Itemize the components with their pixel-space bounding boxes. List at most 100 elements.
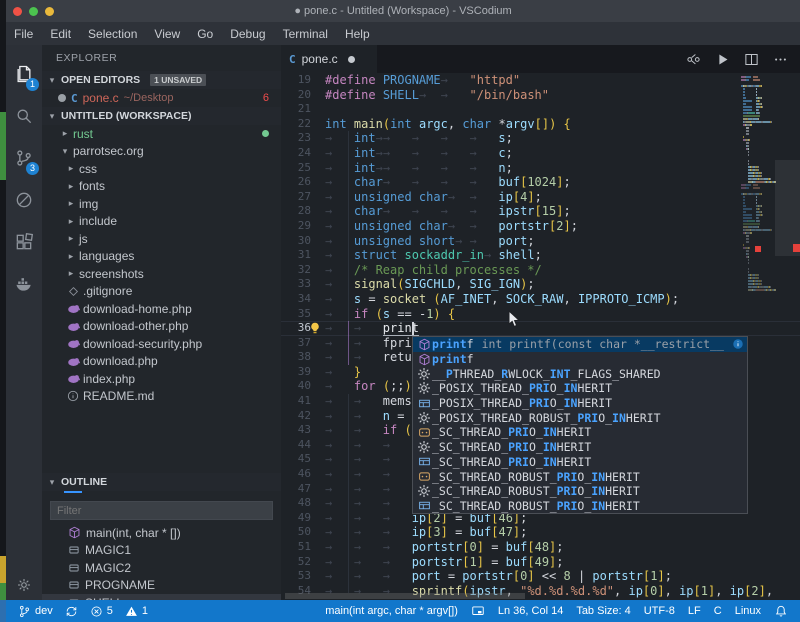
line-number[interactable]: 36 — [281, 322, 311, 335]
status-right-monitor-icon[interactable] — [471, 604, 485, 618]
suggestion-item[interactable]: _SC_THREAD_PRIO_INHERIT — [413, 455, 747, 470]
line-number[interactable]: 41 — [281, 394, 311, 409]
suggestion-item[interactable]: _SC_THREAD_ROBUST_PRIO_INHERIT — [413, 469, 747, 484]
code-line-27[interactable]: 27→ unsigned char→ → ip[4]; — [281, 190, 800, 205]
tree-item-rust[interactable]: ▸rust — [42, 125, 281, 143]
open-editor-item[interactable]: Cpone.c~/Desktop6 — [42, 89, 281, 107]
tab-pone-c[interactable]: C pone.c — [281, 45, 377, 73]
line-number[interactable]: 40 — [281, 379, 311, 394]
suggestion-item[interactable]: _SC_THREAD_ROBUST_PRIO_INHERIT — [413, 484, 747, 499]
status-right-item-5[interactable]: LF — [688, 605, 701, 617]
code-line-30[interactable]: 30→ unsigned short→ → port; — [281, 234, 800, 249]
line-number[interactable]: 25 — [281, 161, 311, 176]
line-number[interactable]: 34 — [281, 292, 311, 307]
tree-item-fonts[interactable]: ▸fonts — [42, 178, 281, 196]
menu-debug[interactable]: Debug — [230, 27, 265, 41]
status-right-bell-icon[interactable] — [774, 604, 788, 618]
code-line-53[interactable]: 53→ → → port = portstr[0] << 8 | portstr… — [281, 569, 800, 584]
suggestion-item[interactable]: __PTHREAD_RWLOCK_INT_FLAGS_SHARED — [413, 366, 747, 381]
line-number[interactable]: 29 — [281, 219, 311, 234]
code-line-24[interactable]: 24→ int→→ → → → c; — [281, 146, 800, 161]
menu-help[interactable]: Help — [345, 27, 370, 41]
code-line-19[interactable]: 19#define PROGNAME→ "httpd" — [281, 73, 800, 88]
tree-item-screenshots[interactable]: ▸screenshots — [42, 265, 281, 283]
status-right-item-7[interactable]: Linux — [735, 605, 761, 617]
line-number[interactable]: 19 — [281, 73, 311, 88]
code-line-32[interactable]: 32→ /* Reap child processes */ — [281, 263, 800, 278]
tree-item-download-home-php[interactable]: download-home.php — [42, 300, 281, 318]
outline-item-magic1[interactable]: MAGIC1 — [42, 542, 281, 560]
status-left-sync-icon[interactable] — [65, 605, 78, 618]
status-left-branch-icon[interactable]: dev — [18, 605, 53, 618]
code-line-51[interactable]: 51→ → → portstr[0] = buf[48]; — [281, 540, 800, 555]
tree-item-index-php[interactable]: index.php — [42, 370, 281, 388]
line-number[interactable]: 53 — [281, 569, 311, 584]
code-line-33[interactable]: 33→ signal(SIGCHLD, SIG_IGN); — [281, 277, 800, 292]
line-number[interactable]: 21 — [281, 102, 311, 117]
line-number[interactable]: 45 — [281, 452, 311, 467]
tree-item-download-security-php[interactable]: download-security.php — [42, 335, 281, 353]
line-number[interactable]: 32 — [281, 263, 311, 278]
line-number[interactable]: 51 — [281, 540, 311, 555]
line-number[interactable]: 28 — [281, 204, 311, 219]
outline-item-main-int-char-[interactable]: main(int, char * []) — [42, 524, 281, 542]
outline-filter-input[interactable] — [50, 501, 273, 520]
horizontal-scrollbar[interactable] — [285, 593, 525, 599]
suggestion-item[interactable]: _POSIX_THREAD_ROBUST_PRIO_INHERIT — [413, 410, 747, 425]
line-number[interactable]: 47 — [281, 482, 311, 497]
line-number[interactable]: 37 — [281, 336, 311, 351]
outline-item-magic2[interactable]: MAGIC2 — [42, 559, 281, 577]
activity-files-icon[interactable]: 1 — [6, 53, 42, 95]
activity-source-control-icon[interactable]: 3 — [6, 137, 42, 179]
code-line-29[interactable]: 29→ unsigned char→ → portstr[2]; — [281, 219, 800, 234]
tree-item-css[interactable]: ▸css — [42, 160, 281, 178]
code-line-23[interactable]: 23→ int→→ → → → s; — [281, 131, 800, 146]
settings-gear-icon[interactable] — [6, 572, 42, 598]
line-number[interactable]: 46 — [281, 467, 311, 482]
status-right-item-3[interactable]: Tab Size: 4 — [576, 605, 630, 617]
line-number[interactable]: 50 — [281, 525, 311, 540]
line-number[interactable]: 31 — [281, 248, 311, 263]
read-more-info-icon[interactable] — [732, 338, 744, 350]
status-left-warning-icon[interactable]: 1 — [125, 605, 148, 618]
menu-terminal[interactable]: Terminal — [283, 27, 328, 41]
suggestion-item[interactable]: _SC_THREAD_ROBUST_PRIO_INHERIT — [413, 499, 747, 514]
activity-docker-icon[interactable] — [6, 263, 42, 305]
line-number[interactable]: 49 — [281, 511, 311, 526]
outline-header[interactable]: ▾ OUTLINE — [42, 473, 281, 491]
tree-item-download-php[interactable]: download.php — [42, 353, 281, 371]
code-line-26[interactable]: 26→ char→ → → → buf[1024]; — [281, 175, 800, 190]
status-right-item-0[interactable]: main(int argc, char * argv[]) — [325, 605, 458, 617]
tree-item-readme-md[interactable]: README.md — [42, 388, 281, 406]
code-line-35[interactable]: 35→ if (s == -1) { — [281, 307, 800, 322]
line-number[interactable]: 23 — [281, 131, 311, 146]
menu-edit[interactable]: Edit — [50, 27, 71, 41]
code-line-20[interactable]: 20#define SHELL→ → "/bin/bash" — [281, 88, 800, 103]
menu-file[interactable]: File — [14, 27, 33, 41]
status-right-item-4[interactable]: UTF-8 — [644, 605, 675, 617]
tree-item-js[interactable]: ▸js — [42, 230, 281, 248]
tree-item-parrotsec-org[interactable]: ▾parrotsec.org — [42, 143, 281, 161]
code-line-31[interactable]: 31→ struct sockaddr_in→ shell; — [281, 248, 800, 263]
modified-dot[interactable] — [348, 56, 355, 63]
suggestion-item[interactable]: printf — [413, 352, 747, 367]
suggestion-item[interactable]: _POSIX_THREAD_PRIO_INHERIT — [413, 381, 747, 396]
line-number[interactable]: 38 — [281, 350, 311, 365]
lightbulb-icon[interactable] — [309, 322, 321, 334]
more-actions-icon[interactable] — [773, 52, 788, 67]
line-number[interactable]: 42 — [281, 409, 311, 424]
code-line-25[interactable]: 25→ int→→ → → → n; — [281, 161, 800, 176]
code-line-34[interactable]: 34→ s = socket (AF_INET, SOCK_RAW, IPPRO… — [281, 292, 800, 307]
minimap-slider[interactable] — [775, 160, 800, 256]
status-right-item-6[interactable]: C — [714, 605, 722, 617]
outline-item-progname[interactable]: PROGNAME — [42, 577, 281, 595]
run-icon[interactable] — [715, 52, 730, 67]
modified-dot[interactable] — [58, 94, 66, 102]
code-line-52[interactable]: 52→ → → portstr[1] = buf[49]; — [281, 555, 800, 570]
menu-go[interactable]: Go — [197, 27, 213, 41]
minimap[interactable] — [741, 76, 776, 336]
status-left-error-icon[interactable]: 5 — [90, 605, 113, 618]
line-number[interactable]: 43 — [281, 423, 311, 438]
tree-item-include[interactable]: ▸include — [42, 213, 281, 231]
maximize-window-button[interactable] — [29, 7, 38, 16]
